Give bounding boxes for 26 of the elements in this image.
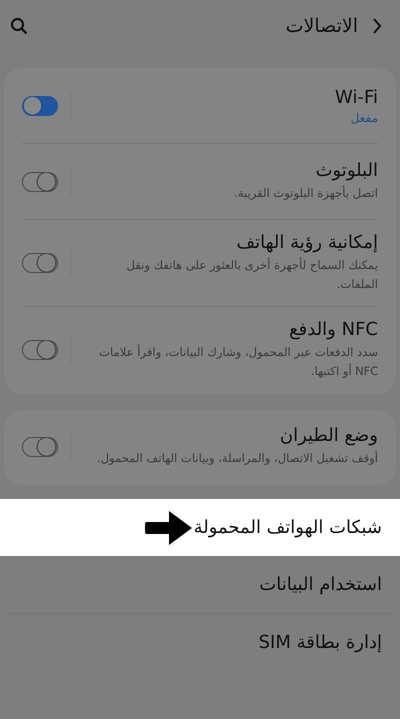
setting-row[interactable]: إمكانية رؤية الهاتف يمكنك السماح لأجهزة أخرى بالعثور على هاتفك ونقل الملفات.: [22, 219, 378, 306]
search-icon[interactable]: [10, 17, 28, 35]
setting-title: إمكانية رؤية الهاتف: [235, 232, 378, 253]
setting-row[interactable]: البلوتوث اتصل بأجهزة البلوتوث القريبة.: [22, 143, 378, 219]
menu-item[interactable]: شبكات الهواتف المحمولة: [0, 498, 400, 556]
setting-description: اتصل بأجهزة البلوتوث القريبة.: [233, 184, 378, 202]
setting-status: مفعل: [350, 110, 378, 124]
setting-description: سدد الدفعات عبر المحمول، وشارك البيانات، واقرأ علامات NFC أو اكتبها.: [98, 344, 378, 380]
menu-item[interactable]: استخدام البيانات: [6, 556, 394, 612]
setting-row[interactable]: وضع الطيران أوقف تشغيل الاتصال، والمراسلة، وبيانات الهاتف المحمول.: [22, 410, 378, 484]
setting-title: البلوتوث: [314, 160, 378, 181]
setting-row[interactable]: NFC والدفع سدد الدفعات عبر المحمول، وشارك البيانات، واقرأ علامات NFC أو اكتبها.: [22, 306, 378, 394]
setting-description: أوقف تشغيل الاتصال، والمراسلة، وبيانات الهاتف المحمول.: [96, 450, 378, 468]
toggle-switch[interactable]: [22, 253, 58, 274]
toggle-switch[interactable]: [22, 437, 58, 457]
toggle-switch[interactable]: [22, 172, 58, 192]
setting-description: يمكنك السماح لأجهزة أخرى بالعثور على هاتفك ونقل الملفات.: [126, 256, 378, 294]
setting-title: وضع الطيران: [278, 425, 378, 446]
setting-title: NFC والدفع: [288, 319, 378, 340]
setting-title: Wi-Fi: [334, 86, 378, 108]
menu-item[interactable]: إدارة بطاقة SIM: [6, 612, 394, 670]
screen-title: الاتصالات: [286, 15, 358, 37]
back-icon[interactable]: [372, 18, 382, 34]
arrow-icon: [145, 510, 193, 546]
toggle-switch[interactable]: [22, 96, 58, 116]
toggle-switch[interactable]: [22, 340, 58, 360]
